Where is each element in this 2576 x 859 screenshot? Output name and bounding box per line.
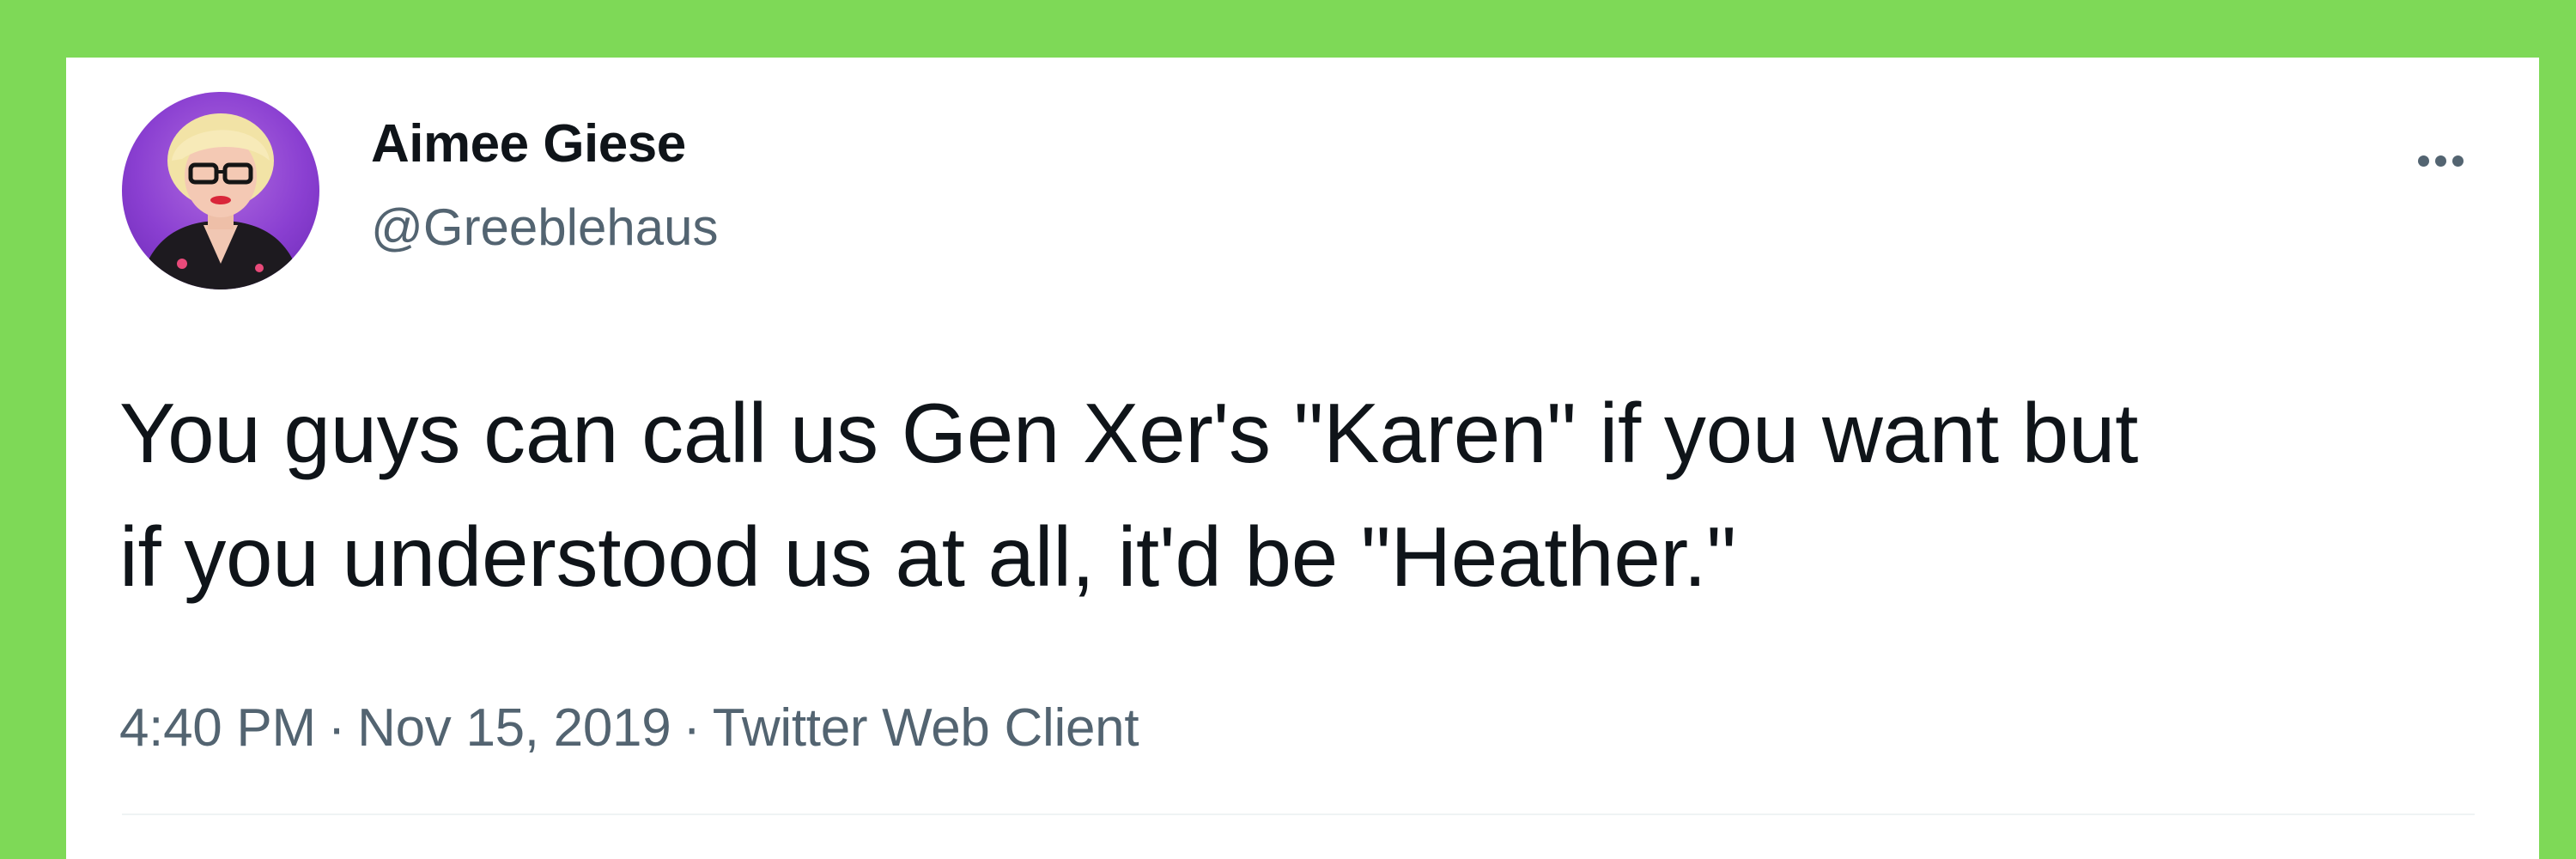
tweet-card: Aimee Giese @Greeblehaus You guys can ca… (66, 58, 2539, 859)
author-handle[interactable]: @Greeblehaus (371, 198, 718, 257)
meta-separator: · (683, 698, 701, 758)
avatar-portrait-icon (139, 113, 302, 289)
author-name[interactable]: Aimee Giese (371, 113, 686, 174)
author-avatar[interactable] (122, 92, 319, 289)
tweet-metadata: 4:40 PM · Nov 15, 2019 · Twitter Web Client (119, 698, 1139, 758)
tweet-text-line: if you understood us at all, it'd be "He… (119, 509, 1736, 604)
more-dot (2451, 155, 2464, 167)
tweet-time[interactable]: 4:40 PM (119, 698, 316, 758)
tweet-text: You guys can call us Gen Xer's "Karen" i… (119, 371, 2506, 618)
divider (122, 813, 2475, 815)
meta-separator: · (327, 698, 346, 758)
tweet-text-line: You guys can call us Gen Xer's "Karen" i… (119, 386, 2139, 480)
more-dot (2434, 155, 2446, 167)
more-options-icon[interactable] (2397, 135, 2483, 186)
tweet-source[interactable]: Twitter Web Client (713, 698, 1139, 758)
tweet-date[interactable]: Nov 15, 2019 (357, 698, 671, 758)
more-dot (2417, 155, 2429, 167)
